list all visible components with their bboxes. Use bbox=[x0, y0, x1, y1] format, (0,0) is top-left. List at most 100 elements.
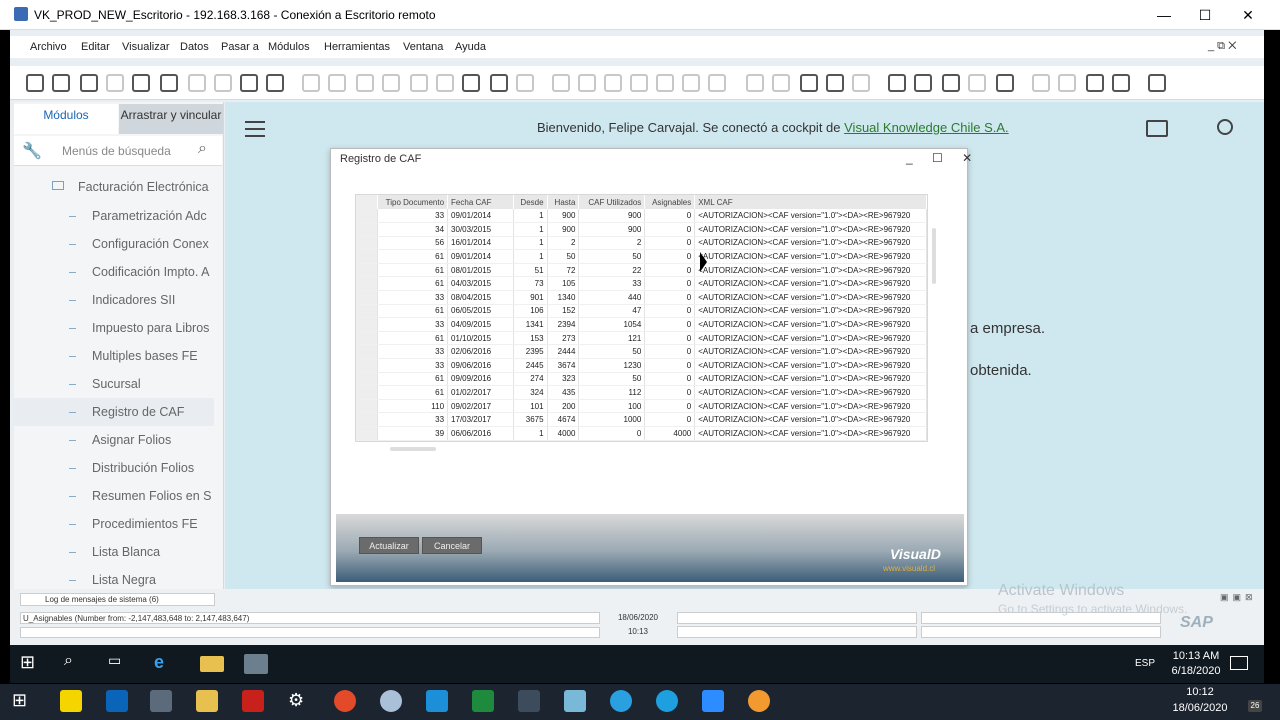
table-cell[interactable]: 34 bbox=[377, 222, 449, 237]
row-header[interactable] bbox=[356, 317, 379, 332]
table-cell[interactable]: 900 bbox=[578, 222, 646, 237]
file-explorer-icon[interactable] bbox=[196, 690, 218, 712]
table-cell[interactable]: 4000 bbox=[547, 426, 580, 441]
sidebar-item[interactable]: – Configuración Conex bbox=[14, 230, 214, 258]
table-cell[interactable]: 4000 bbox=[644, 426, 696, 441]
sidebar-item[interactable]: – Codificación Impto. A bbox=[14, 258, 214, 286]
app-icon[interactable] bbox=[380, 690, 402, 712]
table-cell[interactable]: 50 bbox=[547, 249, 580, 264]
table-cell[interactable]: <AUTORIZACION><CAF version="1.0"><DA><RE… bbox=[694, 249, 927, 264]
table-cell[interactable]: 0 bbox=[644, 304, 696, 319]
table-row[interactable]: 33 09/06/2016 2445 3674 1230 0 <AUTORIZACION><… bbox=[356, 358, 927, 373]
table-cell[interactable]: 39 bbox=[377, 426, 449, 441]
row-header[interactable] bbox=[356, 358, 379, 373]
col-tipo-documento[interactable]: Tipo Documento bbox=[377, 195, 449, 209]
table-cell[interactable]: 440 bbox=[578, 290, 646, 305]
next-record-icon[interactable] bbox=[410, 74, 428, 92]
table-cell[interactable]: 01/02/2017 bbox=[447, 385, 514, 400]
table-cell[interactable]: 110 bbox=[377, 399, 449, 414]
row-header[interactable] bbox=[356, 222, 379, 237]
row-header[interactable] bbox=[356, 412, 379, 427]
table-cell[interactable]: 0 bbox=[644, 385, 696, 400]
telegram-icon[interactable] bbox=[610, 690, 632, 712]
menu-modulos[interactable]: Módulos bbox=[268, 41, 310, 53]
table-cell[interactable]: 3674 bbox=[547, 358, 580, 373]
table-cell[interactable]: 61 bbox=[377, 372, 449, 387]
table-cell[interactable]: 0 bbox=[644, 317, 696, 332]
local-clock-time[interactable]: 10:12 bbox=[1172, 686, 1228, 698]
remote-language-indicator[interactable]: ESP bbox=[1135, 658, 1155, 669]
word-icon[interactable] bbox=[188, 74, 206, 92]
menu-visualizar[interactable]: Visualizar bbox=[122, 41, 170, 53]
acrobat-icon[interactable] bbox=[242, 690, 264, 712]
table-cell[interactable]: 73 bbox=[513, 276, 548, 292]
table-cell[interactable]: 30/03/2015 bbox=[447, 222, 514, 237]
dialog-window-controls[interactable]: _ ☐ ✕ bbox=[906, 151, 980, 165]
help-icon[interactable] bbox=[1148, 74, 1166, 92]
log-window-controls[interactable]: ▣▣⊠ bbox=[1220, 592, 1257, 603]
table-cell[interactable]: 33 bbox=[377, 412, 449, 427]
remote-clock-time[interactable]: 10:13 AM bbox=[1168, 650, 1224, 662]
outlook-icon[interactable] bbox=[106, 690, 128, 712]
table-row[interactable]: 61 06/05/2015 106 152 47 0 <AUTORIZACION><CAF … bbox=[356, 304, 927, 319]
table-cell[interactable]: 900 bbox=[578, 209, 646, 224]
sort-icon[interactable] bbox=[516, 74, 534, 92]
table-cell[interactable]: 2445 bbox=[513, 358, 548, 373]
table-cell[interactable]: 0 bbox=[644, 276, 696, 292]
settings-gear-icon[interactable]: ⚙ bbox=[288, 690, 310, 712]
internet-explorer-icon[interactable]: e bbox=[154, 652, 178, 676]
table-cell[interactable]: 33 bbox=[377, 290, 449, 305]
table-cell[interactable]: <AUTORIZACION><CAF version="1.0"><DA><RE… bbox=[694, 426, 927, 441]
table-cell[interactable]: <AUTORIZACION><CAF version="1.0"><DA><RE… bbox=[694, 344, 927, 360]
sidebar-item-registro-caf[interactable]: – Registro de CAF bbox=[14, 398, 214, 426]
table-cell[interactable]: 1 bbox=[513, 236, 548, 251]
tab-modules[interactable]: Módulos bbox=[14, 104, 118, 134]
print-icon[interactable] bbox=[52, 74, 70, 92]
table-cell[interactable]: 17/03/2017 bbox=[447, 412, 514, 427]
table-cell[interactable]: <AUTORIZACION><CAF version="1.0"><DA><RE… bbox=[694, 358, 927, 373]
filter-icon[interactable] bbox=[490, 74, 508, 92]
row-header[interactable] bbox=[356, 399, 379, 414]
table-cell[interactable]: 50 bbox=[578, 372, 646, 387]
row-header[interactable] bbox=[356, 209, 379, 224]
notification-badge[interactable]: 26 bbox=[1248, 700, 1262, 712]
table-row[interactable]: 61 08/01/2015 51 72 22 0 <AUTORIZACION><CAF ve… bbox=[356, 263, 927, 278]
window-icon[interactable] bbox=[132, 74, 150, 92]
table-cell[interactable]: <AUTORIZACION><CAF version="1.0"><DA><RE… bbox=[694, 209, 927, 224]
row-header[interactable] bbox=[356, 249, 379, 264]
layout-icon[interactable] bbox=[266, 74, 284, 92]
columns-icon[interactable] bbox=[682, 74, 700, 92]
col-desde[interactable]: Desde bbox=[513, 195, 548, 209]
sidebar-item[interactable]: – Parametrización Adc bbox=[14, 202, 214, 230]
cancelar-button[interactable]: Cancelar bbox=[422, 537, 482, 554]
row-header[interactable] bbox=[356, 304, 379, 319]
row-header[interactable] bbox=[356, 276, 379, 292]
menu-ayuda[interactable]: Ayuda bbox=[455, 41, 486, 53]
table-cell[interactable]: 0 bbox=[644, 222, 696, 237]
table-cell[interactable]: 09/09/2016 bbox=[447, 372, 514, 387]
move-icon[interactable] bbox=[240, 74, 258, 92]
table-cell[interactable]: 0 bbox=[644, 372, 696, 387]
table-cell[interactable]: 16/01/2014 bbox=[447, 236, 514, 251]
table-cell[interactable]: 152 bbox=[547, 304, 580, 319]
table-cell[interactable]: <AUTORIZACION><CAF version="1.0"><DA><RE… bbox=[694, 276, 927, 292]
windows-start-icon[interactable]: ⊞ bbox=[20, 652, 44, 676]
remote-notifications-icon[interactable] bbox=[1230, 656, 1248, 670]
table-cell[interactable]: 61 bbox=[377, 304, 449, 319]
table-cell[interactable]: 0 bbox=[644, 331, 696, 346]
col-fecha-caf[interactable]: Fecha CAF bbox=[447, 195, 514, 209]
sheets-icon[interactable] bbox=[472, 690, 494, 712]
table-cell[interactable]: 33 bbox=[377, 358, 449, 373]
table-cell[interactable]: 09/01/2014 bbox=[447, 209, 514, 224]
company-link[interactable]: Visual Knowledge Chile S.A. bbox=[844, 120, 1009, 135]
table-cell[interactable]: 0 bbox=[644, 344, 696, 360]
search-icon[interactable]: ⌕ bbox=[198, 140, 207, 158]
tab-drag-and-relate[interactable]: Arrastrar y vincular bbox=[119, 104, 223, 134]
menu-datos[interactable]: Datos bbox=[180, 41, 209, 53]
table-cell[interactable]: 1 bbox=[513, 209, 548, 224]
previous-record-icon[interactable] bbox=[382, 74, 400, 92]
chrome-icon[interactable] bbox=[334, 690, 356, 712]
table-cell[interactable]: 1 bbox=[513, 426, 548, 441]
table-cell[interactable]: 121 bbox=[578, 331, 646, 346]
row-header[interactable] bbox=[356, 372, 379, 387]
